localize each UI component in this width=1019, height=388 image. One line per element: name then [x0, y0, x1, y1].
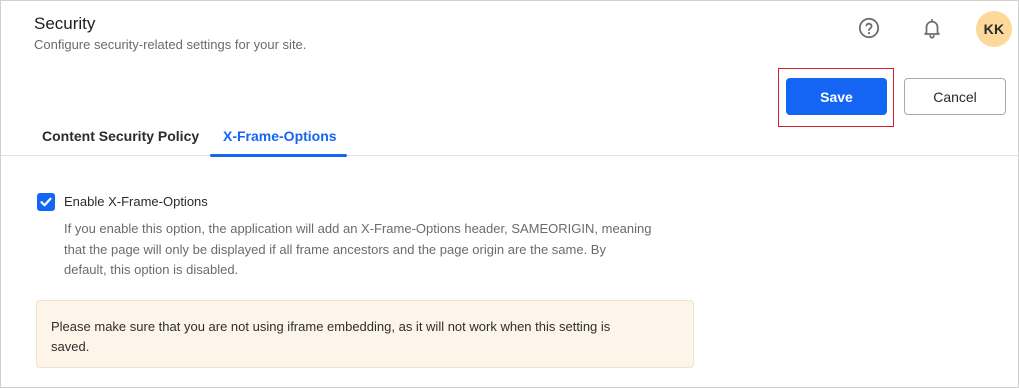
checkmark-icon — [40, 197, 52, 207]
notice-line: saved. — [51, 338, 90, 354]
tab-content-security-policy[interactable]: Content Security Policy — [42, 128, 199, 144]
avatar[interactable]: KK — [976, 11, 1012, 47]
security-settings-panel: Security Configure security-related sett… — [0, 0, 1019, 388]
enable-x-frame-options-checkbox[interactable] — [37, 193, 55, 211]
bell-icon[interactable] — [921, 16, 943, 40]
page-title: Security — [34, 14, 96, 33]
cancel-button[interactable]: Cancel — [904, 78, 1006, 115]
description-line: default, this option is disabled. — [64, 262, 239, 277]
tab-x-frame-options[interactable]: X-Frame-Options — [223, 128, 337, 144]
tabs-divider — [1, 155, 1018, 156]
active-tab-indicator — [210, 154, 347, 157]
description-line: If you enable this option, the applicati… — [64, 221, 652, 236]
page-subtitle: Configure security-related settings for … — [34, 37, 307, 52]
save-button[interactable]: Save — [786, 78, 887, 115]
checkbox-label[interactable]: Enable X-Frame-Options — [64, 194, 208, 209]
notice-line: Please make sure that you are not using … — [51, 319, 611, 334]
warning-notice: Please make sure that you are not using … — [36, 300, 694, 368]
setting-description: If you enable this option, the applicati… — [64, 219, 704, 281]
description-line: that the page will only be displayed if … — [64, 241, 606, 257]
help-circle-icon[interactable] — [858, 17, 880, 39]
